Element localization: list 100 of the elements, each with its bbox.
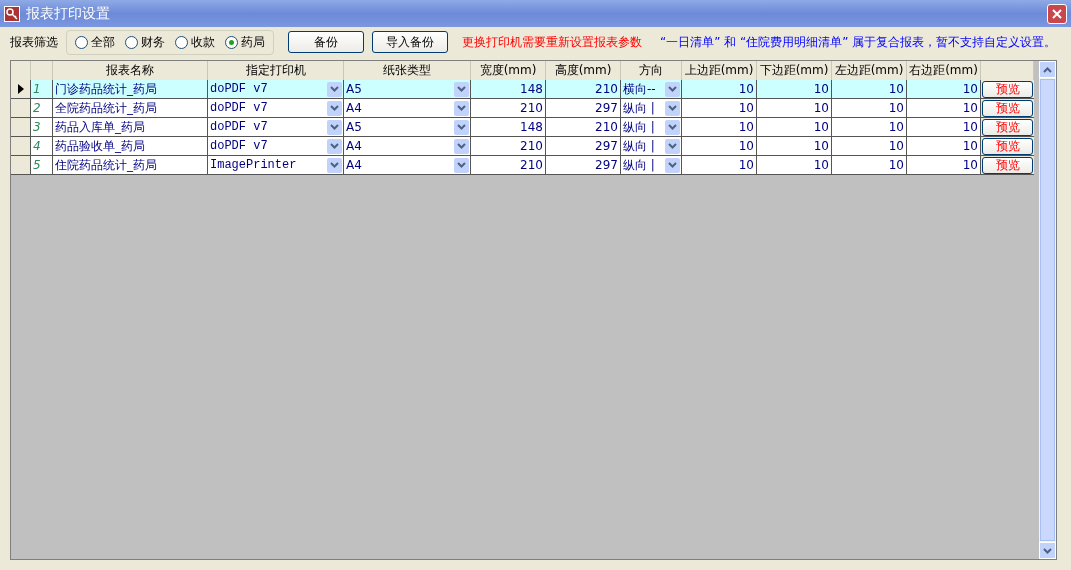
dropdown-field[interactable]: doPDF v7 bbox=[208, 99, 344, 118]
table-cell: 10 bbox=[757, 80, 832, 99]
dropdown-icon[interactable] bbox=[454, 100, 469, 116]
table-cell: 10 bbox=[682, 137, 757, 156]
radio-option[interactable]: 药局 bbox=[225, 33, 265, 51]
dropdown-field[interactable]: A4 bbox=[344, 156, 471, 175]
dropdown-icon[interactable] bbox=[454, 81, 469, 97]
table-cell: 全院药品统计_药局 bbox=[53, 99, 208, 118]
table-cell: 10 bbox=[682, 118, 757, 137]
dropdown-field[interactable]: doPDF v7 bbox=[208, 118, 344, 137]
table-cell: 10 bbox=[907, 137, 981, 156]
table-cell: 210 bbox=[546, 118, 621, 137]
scrollbar[interactable] bbox=[1039, 61, 1056, 559]
table-cell: 门诊药品统计_药局 bbox=[53, 80, 208, 99]
column-header: 方向 bbox=[621, 61, 682, 80]
table-cell: 210 bbox=[471, 156, 546, 175]
dropdown-field[interactable]: 纵向 | bbox=[621, 99, 682, 118]
dropdown-icon[interactable] bbox=[454, 157, 469, 173]
table-cell: 10 bbox=[682, 80, 757, 99]
dropdown-icon[interactable] bbox=[665, 81, 680, 97]
table-cell: 10 bbox=[832, 137, 907, 156]
dropdown-field[interactable]: 纵向 | bbox=[621, 118, 682, 137]
dropdown-field[interactable]: doPDF v7 bbox=[208, 137, 344, 156]
table-cell: 10 bbox=[757, 156, 832, 175]
dropdown-field[interactable]: doPDF v7 bbox=[208, 80, 344, 99]
table-cell: 297 bbox=[546, 99, 621, 118]
table-cell: 10 bbox=[682, 99, 757, 118]
dropdown-icon[interactable] bbox=[327, 81, 342, 97]
table-cell: 10 bbox=[757, 118, 832, 137]
table-cell: 10 bbox=[832, 99, 907, 118]
dropdown-field[interactable]: 横向-- bbox=[621, 80, 682, 99]
preview-button[interactable]: 预览 bbox=[982, 99, 1033, 117]
dropdown-field[interactable]: A5 bbox=[344, 118, 471, 137]
table-cell: 148 bbox=[471, 80, 546, 99]
table-cell: 10 bbox=[907, 80, 981, 99]
table-cell: 10 bbox=[757, 99, 832, 118]
backup-button[interactable]: 备份 bbox=[288, 31, 364, 53]
row-number: 3 bbox=[31, 118, 53, 137]
dropdown-field[interactable]: 纵向 | bbox=[621, 137, 682, 156]
scroll-down-icon[interactable] bbox=[1039, 542, 1056, 559]
radio-option[interactable]: 财务 bbox=[125, 33, 165, 51]
column-header: 报表名称 bbox=[53, 61, 208, 80]
dropdown-field[interactable]: ImagePrinter bbox=[208, 156, 344, 175]
dropdown-icon[interactable] bbox=[454, 119, 469, 135]
dropdown-field[interactable]: 纵向 | bbox=[621, 156, 682, 175]
notice-text: 更换打印机需要重新设置报表参数 bbox=[462, 33, 642, 51]
table-cell: 10 bbox=[832, 80, 907, 99]
dropdown-field[interactable]: A4 bbox=[344, 137, 471, 156]
table-cell: 297 bbox=[546, 156, 621, 175]
row-selector[interactable] bbox=[11, 137, 31, 156]
table-cell: 药品入库单_药局 bbox=[53, 118, 208, 137]
dropdown-field[interactable]: A4 bbox=[344, 99, 471, 118]
table-cell: 210 bbox=[471, 99, 546, 118]
preview-button[interactable]: 预览 bbox=[982, 80, 1033, 98]
backup-button[interactable]: 导入备份 bbox=[372, 31, 448, 53]
row-number: 2 bbox=[31, 99, 53, 118]
window-title: 报表打印设置 bbox=[26, 4, 111, 23]
row-selector[interactable] bbox=[11, 156, 31, 175]
preview-button[interactable]: 预览 bbox=[982, 118, 1033, 136]
dropdown-icon[interactable] bbox=[665, 100, 680, 116]
dropdown-icon[interactable] bbox=[327, 157, 342, 173]
dropdown-icon[interactable] bbox=[327, 138, 342, 154]
table-cell: 10 bbox=[907, 118, 981, 137]
preview-button[interactable]: 预览 bbox=[982, 156, 1033, 174]
current-row-icon bbox=[17, 84, 24, 94]
table-cell: 10 bbox=[907, 156, 981, 175]
column-header: 下边距(mm) bbox=[757, 61, 832, 80]
row-selector[interactable] bbox=[11, 80, 31, 99]
row-number: 5 bbox=[31, 156, 53, 175]
table-cell: 148 bbox=[471, 118, 546, 137]
dropdown-icon[interactable] bbox=[327, 100, 342, 116]
dropdown-icon[interactable] bbox=[665, 119, 680, 135]
table-cell: 297 bbox=[546, 137, 621, 156]
dropdown-icon[interactable] bbox=[665, 138, 680, 154]
column-header: 右边距(mm) bbox=[907, 61, 981, 80]
column-header: 上边距(mm) bbox=[682, 61, 757, 80]
row-number: 1 bbox=[31, 80, 53, 99]
dropdown-icon[interactable] bbox=[454, 138, 469, 154]
scroll-up-icon[interactable] bbox=[1039, 61, 1056, 78]
table-cell: 10 bbox=[832, 156, 907, 175]
filter-label: 报表筛选 bbox=[10, 33, 58, 51]
table-cell: 住院药品统计_药局 bbox=[53, 156, 208, 175]
row-number: 4 bbox=[31, 137, 53, 156]
table-cell: 10 bbox=[907, 99, 981, 118]
preview-button[interactable]: 预览 bbox=[982, 137, 1033, 155]
table-cell: 210 bbox=[471, 137, 546, 156]
dropdown-icon[interactable] bbox=[327, 119, 342, 135]
dropdown-field[interactable]: A5 bbox=[344, 80, 471, 99]
table-cell: 10 bbox=[832, 118, 907, 137]
row-selector[interactable] bbox=[11, 99, 31, 118]
table-cell: 10 bbox=[682, 156, 757, 175]
column-header: 宽度(mm) bbox=[471, 61, 546, 80]
radio-option[interactable]: 收款 bbox=[175, 33, 215, 51]
dropdown-icon[interactable] bbox=[665, 157, 680, 173]
column-header: 高度(mm) bbox=[546, 61, 621, 80]
column-header: 纸张类型 bbox=[344, 61, 471, 80]
row-selector[interactable] bbox=[11, 118, 31, 137]
radio-option[interactable]: 全部 bbox=[75, 33, 115, 51]
table-cell: 210 bbox=[546, 80, 621, 99]
column-header: 左边距(mm) bbox=[832, 61, 907, 80]
